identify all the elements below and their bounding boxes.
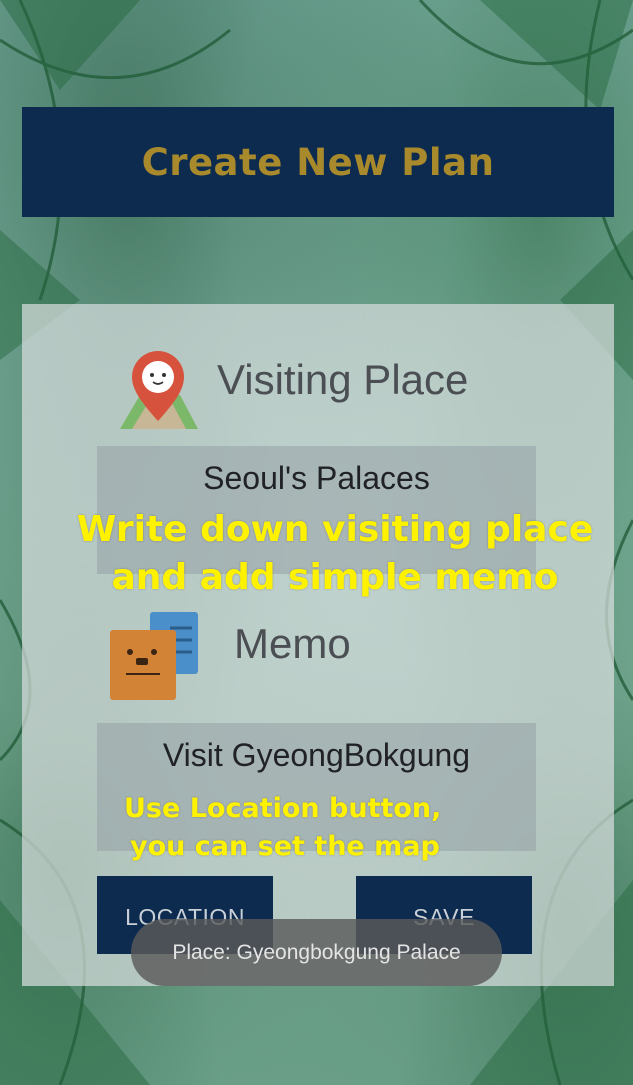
memo-label: Memo <box>234 620 351 667</box>
tutorial-hint-line-2: you can set the map <box>130 831 440 862</box>
place-toast: Place: Gyeongbokgung Palace <box>131 919 502 986</box>
tutorial-caption-visiting-place: Write down visiting place and add simple… <box>60 506 610 602</box>
tutorial-caption-line-2: and add simple memo <box>111 557 559 598</box>
tutorial-hint-line-1: Use Location button, <box>124 793 442 824</box>
tutorial-caption-location: Use Location button, you can set the map <box>110 790 470 866</box>
visiting-place-label: Visiting Place <box>217 356 469 403</box>
memo-notes-icon <box>110 612 198 700</box>
tutorial-caption-line-1: Write down visiting place <box>76 509 594 550</box>
toast-text: Place: Gyeongbokgung Palace <box>172 940 461 964</box>
map-pin-face-icon <box>120 351 198 429</box>
page-title: Create New Plan <box>141 140 495 184</box>
app-header: Create New Plan <box>22 107 614 217</box>
